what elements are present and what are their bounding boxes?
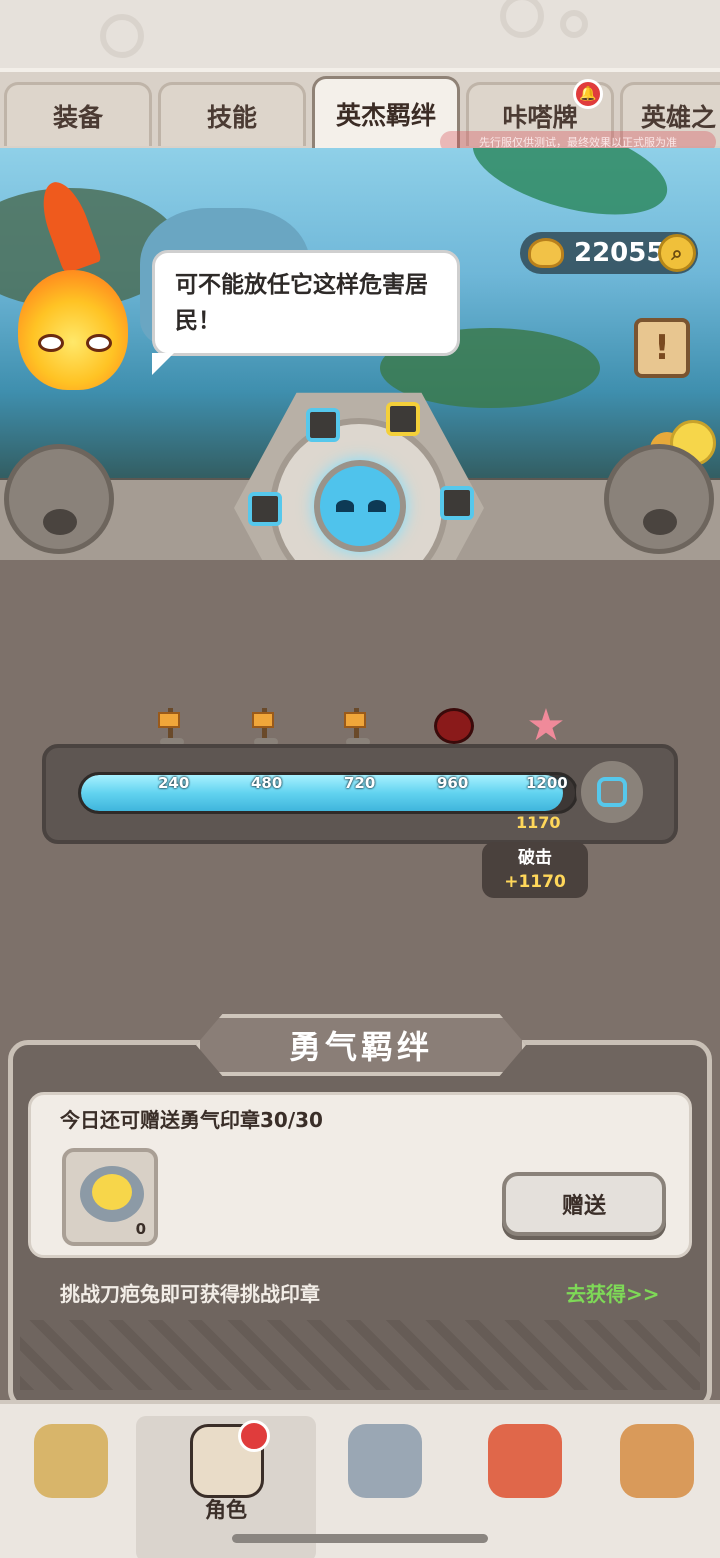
nav-item-hero[interactable]: [20, 1424, 120, 1544]
starfish-milestone-icon: ★: [526, 700, 566, 751]
nav-item-equipment[interactable]: [334, 1424, 434, 1544]
currency-display: 22055 ⌕: [520, 232, 698, 274]
search-icon[interactable]: ⌕: [658, 234, 696, 272]
reward-value: +1170: [504, 872, 566, 892]
scroll-exclamation-icon[interactable]: !: [634, 318, 690, 378]
tab-skills[interactable]: 技能: [158, 82, 306, 146]
tab-hero-bond[interactable]: 英杰羁绊: [312, 76, 460, 148]
current-progress-value: 1170: [516, 813, 561, 832]
flame-body: [18, 270, 128, 390]
courage-stamp-item[interactable]: 0: [62, 1148, 158, 1246]
flag-cloth: [158, 712, 180, 728]
challenge-hint: 挑战刀疤兔即可获得挑战印章: [60, 1282, 320, 1306]
rune-icon: [440, 486, 474, 520]
progress-tick: 1200: [526, 774, 568, 792]
stone-idol-left: [4, 444, 114, 554]
go-get-link[interactable]: 去获得>>: [566, 1278, 660, 1307]
bell-icon: [238, 1420, 270, 1452]
progress-fill: [81, 775, 563, 811]
rune-icon: [386, 402, 420, 436]
swirl-decoration: [100, 14, 144, 58]
fire-spirit-character: [8, 175, 138, 400]
rune-icon: [248, 492, 282, 526]
palm-leaf-decoration: [463, 148, 677, 233]
gift-remaining-text: 今日还可赠送勇气印章30/30: [60, 1108, 323, 1132]
flag-milestone-icon: [252, 708, 282, 748]
tab-label: 技能: [206, 102, 257, 132]
panel-pattern: [20, 1320, 700, 1390]
bond-panel-title: 勇气羁绊: [196, 1014, 526, 1076]
reward-label: 破击: [518, 848, 552, 868]
eye: [368, 500, 386, 512]
courage-stamp-icon: [80, 1166, 144, 1222]
nav-item-totem[interactable]: [606, 1424, 706, 1544]
progress-tick: 960: [437, 774, 469, 792]
caveman-hero-icon: [34, 1424, 108, 1498]
blue-flame-spirit-icon: [314, 460, 406, 552]
idol-mouth: [643, 509, 677, 535]
swirl-decoration: [500, 0, 544, 38]
dino-pet-icon: [488, 1424, 562, 1498]
final-reward-icon[interactable]: [576, 756, 648, 828]
idol-mouth: [43, 509, 77, 535]
flag-milestone-icon: [344, 708, 374, 748]
eye: [336, 500, 354, 512]
swirl-decoration: [560, 10, 588, 38]
eye: [38, 334, 64, 352]
bond-progress-bar: [78, 772, 578, 814]
currency-amount: 22055: [574, 238, 665, 268]
progress-tick: 720: [344, 774, 376, 792]
tab-equipment[interactable]: 装备: [4, 82, 152, 146]
home-indicator: [232, 1534, 488, 1543]
nav-item-character[interactable]: 角色: [176, 1420, 276, 1544]
tab-label: 英雄之: [641, 102, 717, 132]
sword-shield-icon: [348, 1424, 422, 1498]
rune-frame: [597, 777, 627, 807]
gold-coin-icon: [528, 238, 564, 268]
eye: [86, 334, 112, 352]
progress-tick: 480: [251, 774, 283, 792]
rune-icon: [306, 408, 340, 442]
progress-tick: 240: [158, 774, 190, 792]
flag-cloth: [344, 712, 366, 728]
nav-label: 角色: [205, 1498, 247, 1522]
tab-label: 英杰羁绊: [335, 100, 436, 130]
flag-milestone-icon: [158, 708, 188, 748]
stone-idol-right: [604, 444, 714, 554]
bell-icon: 🔔: [573, 79, 603, 109]
boss-milestone-icon: [434, 708, 474, 744]
totem-icon: [620, 1424, 694, 1498]
flag-cloth: [252, 712, 274, 728]
reward-tooltip: 破击 +1170: [482, 842, 588, 898]
gift-button[interactable]: 赠送: [502, 1172, 666, 1236]
top-decorative-band: [0, 0, 720, 70]
nav-item-pet[interactable]: [474, 1424, 574, 1544]
dialogue-bubble: 可不能放任它这样危害居民！: [152, 250, 460, 375]
tab-label: 装备: [52, 102, 103, 132]
stamp-count: 0: [135, 1220, 146, 1238]
tab-label: 咔嗒牌: [502, 102, 578, 132]
